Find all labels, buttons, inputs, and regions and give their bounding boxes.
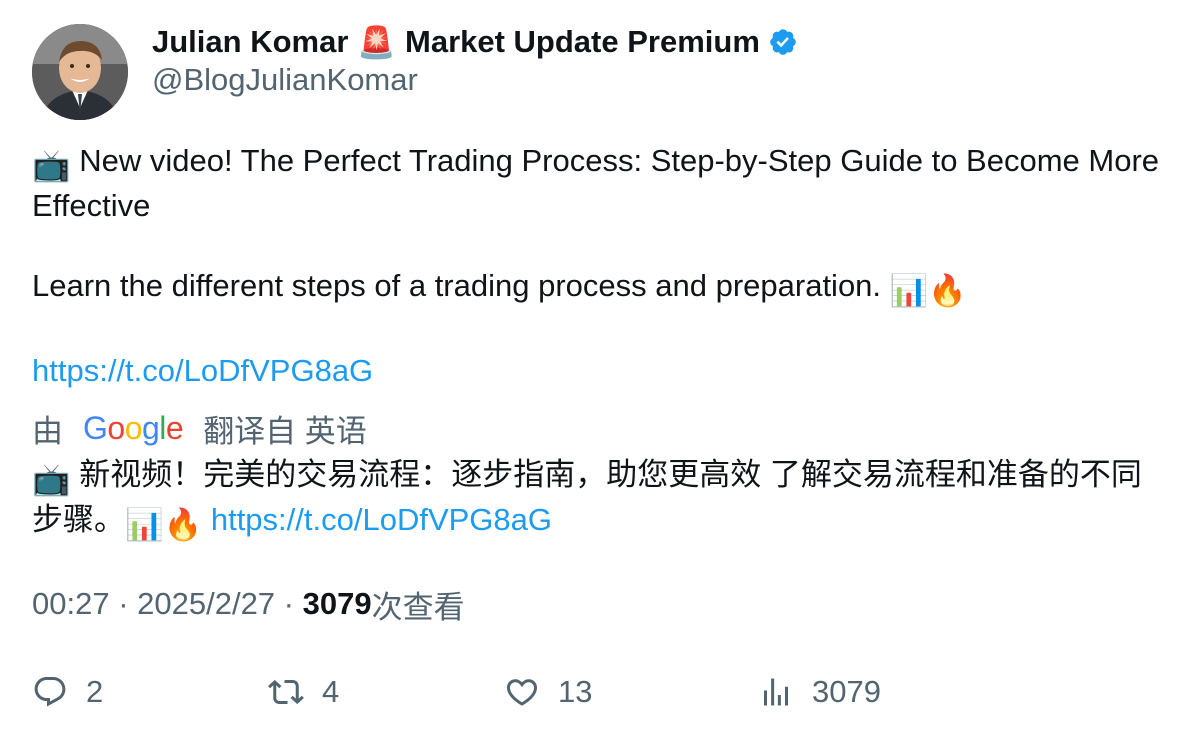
google-letter: e (165, 409, 184, 446)
meta-separator-2: · (275, 586, 303, 621)
translated-from-label: 翻译自 英语 (203, 413, 367, 449)
profile-photo (32, 24, 128, 120)
author-handle[interactable]: @BlogJulianKomar (152, 62, 418, 98)
analytics-icon (764, 678, 788, 706)
tweet-meta: 00:27 · 2025/2/27 · 3079 次查看 (32, 583, 465, 625)
author-avatar[interactable] (32, 24, 128, 120)
google-letter: G (83, 409, 108, 446)
tv-emoji-translated: 📺 (32, 462, 71, 497)
reply-count: 2 (86, 674, 104, 709)
retweet-button[interactable]: 4 (268, 669, 339, 715)
translated-link[interactable]: https://t.co/LoDfVPG8aG (211, 502, 552, 537)
translated-by-label: 由 (32, 413, 63, 449)
tweet-link[interactable]: https://t.co/LoDfVPG8aG (32, 353, 373, 388)
google-letter: g (141, 409, 160, 446)
tweet-line-1: 📺 New video! The Perfect Trading Process… (32, 141, 1168, 226)
tweet-time[interactable]: 00:27 (32, 586, 110, 622)
meta-separator-1: · (109, 586, 138, 621)
tweet-line-1-text: New video! The Perfect Trading Process: … (32, 143, 1160, 223)
tweet-line-2-text: Learn the different steps of a trading p… (32, 268, 882, 303)
verified-badge-icon[interactable] (768, 27, 798, 57)
retweet-icon (268, 679, 304, 705)
views-button[interactable]: 3079 (758, 669, 881, 715)
like-count: 13 (558, 674, 593, 709)
translated-tweet-body: 📺 新视频！完美的交易流程：逐步指南，助您更高效 了解交易流程和准备的不同步骤。… (32, 455, 1168, 545)
chart-emoji: 📊 (889, 273, 929, 308)
tv-emoji: 📺 (32, 148, 71, 183)
views-label: 次查看 (371, 589, 465, 625)
author-name-row[interactable]: Julian Komar 🚨 Market Update Premium (152, 20, 798, 64)
siren-emoji: 🚨 (357, 24, 396, 60)
tweet-body: 📺 New video! The Perfect Trading Process… (32, 141, 1168, 391)
like-button[interactable]: 13 (504, 669, 592, 715)
fire-emoji-translated: 🔥 (163, 507, 203, 542)
views-count: 3079 (302, 586, 372, 621)
google-letter: l (159, 409, 166, 446)
retweet-count: 4 (322, 674, 340, 709)
google-logo[interactable]: Google (83, 409, 184, 447)
heart-icon (506, 679, 538, 706)
display-name-part1[interactable]: Julian Komar (152, 24, 348, 60)
chart-emoji-translated: 📊 (125, 507, 164, 542)
translation-attribution: 由 Google 翻译自 英语 (32, 406, 367, 450)
views-action-count: 3079 (812, 674, 881, 709)
display-name-part2[interactable]: Market Update Premium (405, 24, 760, 60)
tweet-date[interactable]: 2025/2/27 (137, 586, 275, 622)
tweet-line-2: Learn the different steps of a trading p… (32, 266, 1168, 311)
fire-emoji: 🔥 (928, 273, 967, 308)
google-letter: o (124, 409, 143, 446)
reply-icon (34, 677, 66, 707)
reply-button[interactable]: 2 (32, 669, 103, 715)
google-letter: o (107, 409, 125, 446)
